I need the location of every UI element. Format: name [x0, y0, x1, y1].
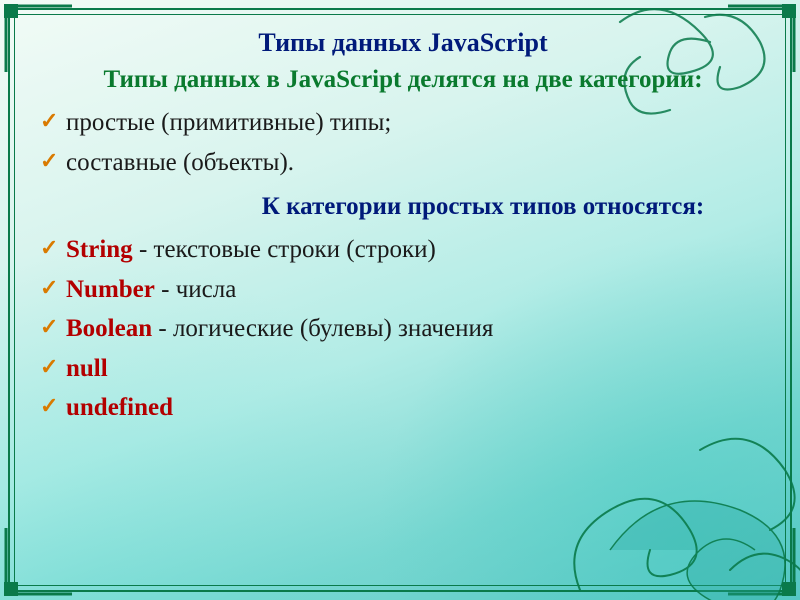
slide: Типы данных JavaScript Типы данных в Jav… — [0, 0, 800, 600]
list-item: undefined — [40, 389, 766, 427]
slide-title: Типы данных JavaScript — [40, 28, 766, 58]
type-name: null — [66, 355, 108, 382]
type-desc: - текстовые строки (строки) — [133, 236, 436, 263]
category-list: простые (примитивные) типы; составные (о… — [40, 104, 766, 181]
list-item: простые (примитивные) типы; — [40, 104, 766, 142]
slide-subtitle: Типы данных в JavaScript делятся на две … — [40, 66, 766, 94]
list-item: null — [40, 350, 766, 388]
list-item: Number - числа — [40, 271, 766, 309]
list-item: составные (объекты). — [40, 144, 766, 182]
type-desc: - числа — [155, 276, 236, 303]
type-name: String — [66, 236, 133, 263]
type-name: undefined — [66, 394, 173, 421]
list-item: Boolean - логические (булевы) значения — [40, 310, 766, 348]
type-name: Boolean — [66, 315, 152, 342]
list-item: String - текстовые строки (строки) — [40, 231, 766, 269]
type-name: Number — [66, 276, 155, 303]
type-desc: - логические (булевы) значения — [152, 315, 493, 342]
content-area: Типы данных JavaScript Типы данных в Jav… — [0, 0, 800, 457]
simple-types-heading: К категории простых типов относятся: — [200, 193, 766, 221]
simple-types-list: String - текстовые строки (строки) Numbe… — [40, 231, 766, 427]
